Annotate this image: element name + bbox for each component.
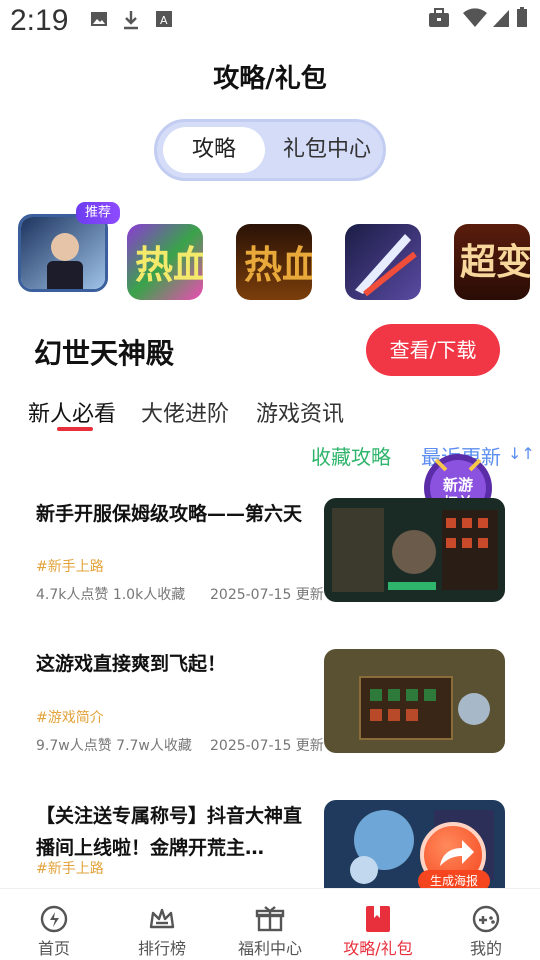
article-title: 新手开服保姆级攻略——第六天 (36, 503, 303, 525)
article-thumbnail (324, 649, 505, 753)
article-tag: #游戏简介 (36, 710, 104, 726)
active-tab-indicator (57, 427, 93, 431)
article-tag: #新手上路 (36, 861, 104, 877)
battery-icon (517, 7, 527, 27)
sort-order-icon[interactable]: ↓↑ (508, 444, 535, 463)
bottom-nav: 首页 排行榜 福利中心 攻略/礼包 我的 (0, 888, 540, 960)
segment-gift-center-tab[interactable]: 礼包中心 (275, 127, 379, 173)
nav-profile[interactable]: 我的 (432, 889, 540, 960)
game-name: 幻世天神殿 (34, 337, 175, 370)
svg-text:超变: 超变 (460, 241, 530, 283)
game-icon-4[interactable] (345, 224, 421, 300)
a-notification-icon: A (156, 11, 172, 27)
article-stats: 9.7w人点赞 7.7w人收藏 (36, 738, 192, 754)
page-title: 攻略/礼包 (213, 64, 327, 94)
home-icon (40, 905, 68, 933)
download-notification-icon (124, 11, 138, 30)
wifi-icon (463, 8, 487, 27)
tab-news[interactable]: 游戏资讯 (256, 396, 344, 428)
svg-text:热血: 热血 (135, 242, 203, 287)
article-thumbnail (324, 498, 505, 602)
nav-label: 我的 (469, 939, 502, 958)
game-icon-1[interactable] (18, 214, 108, 292)
signal-icon (493, 10, 509, 27)
nav-guides[interactable]: 攻略/礼包 (324, 889, 432, 960)
article-stats: 4.7k人点赞 1.0k人收藏 (36, 587, 186, 603)
recommend-badge: 推荐 (76, 202, 120, 224)
svg-text:热血: 热血 (244, 242, 312, 287)
game-icon-3[interactable]: 热血 (236, 224, 312, 300)
view-download-button[interactable]: 查看/下载 (366, 324, 500, 376)
game-icon-2[interactable]: 热血 (127, 224, 203, 300)
ranking-icon (149, 908, 175, 929)
nav-welfare[interactable]: 福利中心 (216, 889, 324, 960)
article-title: 这游戏直接爽到飞起！ (36, 653, 227, 675)
sort-favorites[interactable]: 收藏攻略 (311, 441, 391, 470)
generate-poster-button[interactable]: 生成海报 (418, 820, 490, 892)
profile-icon (472, 905, 500, 933)
game-icon-row: 热血 热血 超变 (0, 214, 540, 302)
nav-label: 福利中心 (237, 939, 302, 958)
svg-text:A: A (160, 14, 168, 27)
status-time: 2:19 (10, 4, 69, 37)
game-icon-5[interactable]: 超变 (454, 224, 530, 300)
nav-label: 排行榜 (137, 939, 186, 958)
tab-advanced[interactable]: 大佬进阶 (141, 396, 229, 428)
image-notification-icon (91, 12, 107, 26)
gift-icon (255, 906, 285, 932)
nav-ranking[interactable]: 排行榜 (108, 889, 216, 960)
article-date: 2025-07-15 更新 (210, 738, 324, 754)
segment-guides-tab[interactable]: 攻略 (163, 127, 265, 173)
nav-label: 首页 (37, 939, 70, 958)
article-tag: #新手上路 (36, 559, 104, 575)
article-date: 2025-07-15 更新 (210, 587, 324, 603)
briefcase-icon (429, 8, 449, 27)
segment-control: 攻略 礼包中心 (154, 119, 386, 181)
article-title: 【关注送专属称号】抖音大神直播间上线啦！金牌开荒主… (36, 805, 303, 859)
guide-book-icon (366, 906, 390, 932)
status-bar: 2:19 A (0, 0, 540, 44)
nav-label: 攻略/礼包 (343, 939, 413, 958)
nav-home[interactable]: 首页 (0, 889, 108, 960)
tab-newbie[interactable]: 新人必看 (28, 396, 116, 428)
